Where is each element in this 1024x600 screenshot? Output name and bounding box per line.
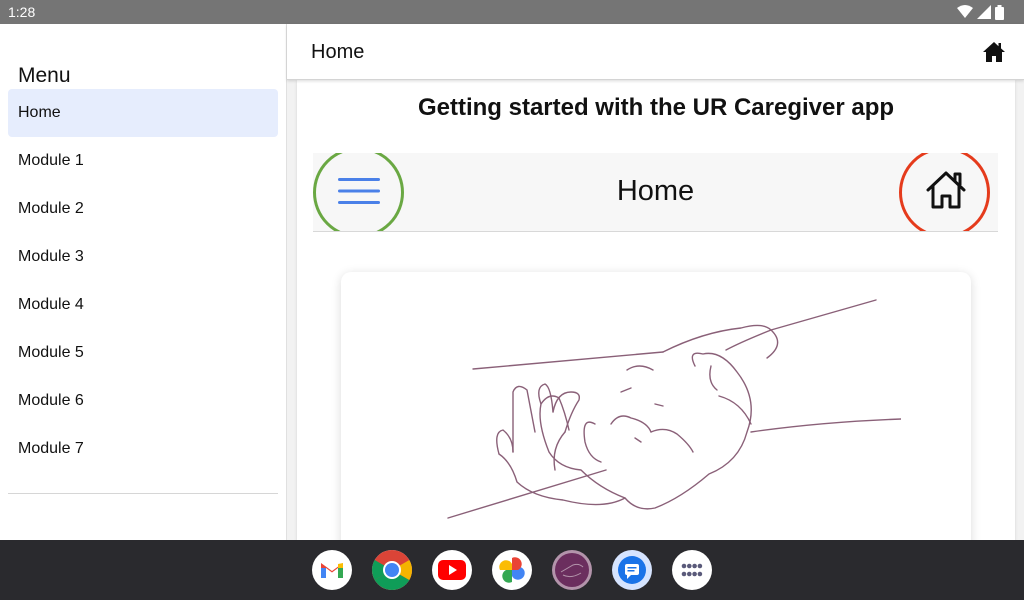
demo-toolbar-image: Home (313, 153, 998, 232)
handshake-illustration (447, 299, 901, 519)
chrome-icon[interactable] (372, 550, 412, 590)
home-highlight-circle (899, 153, 990, 231)
content-card: Getting started with the UR Caregiver ap… (297, 80, 1015, 540)
content-heading: Getting started with the UR Caregiver ap… (417, 94, 895, 121)
nav-item-module-7[interactable]: Module 7 (8, 425, 278, 473)
illustration-card (341, 272, 971, 540)
app-header: Home (287, 24, 1024, 80)
wifi-icon (957, 5, 973, 18)
signal-icon (977, 5, 991, 19)
photos-icon[interactable] (492, 550, 532, 590)
main-content: Getting started with the UR Caregiver ap… (287, 80, 1024, 540)
status-bar: 1:28 (0, 0, 1024, 24)
demo-toolbar-title: Home (616, 175, 695, 207)
nav-item-home[interactable]: Home (8, 89, 278, 137)
hamburger-menu-icon (338, 178, 380, 204)
youtube-icon[interactable] (432, 550, 472, 590)
nav-item-module-4[interactable]: Module 4 (8, 281, 278, 329)
nav-item-module-3[interactable]: Module 3 (8, 233, 278, 281)
home-outline-icon (926, 171, 966, 209)
drawer-divider (8, 493, 278, 494)
nav-item-module-5[interactable]: Module 5 (8, 329, 278, 377)
messages-icon[interactable] (612, 550, 652, 590)
nav-item-module-1[interactable]: Module 1 (8, 137, 278, 185)
caregiver-app-icon[interactable] (552, 550, 592, 590)
page-title: Home (311, 41, 365, 63)
home-icon[interactable] (982, 41, 1006, 63)
battery-icon (995, 4, 1004, 20)
nav-item-module-6[interactable]: Module 6 (8, 377, 278, 425)
status-time: 1:28 (8, 4, 36, 20)
drawer-title: Menu (18, 64, 71, 87)
navigation-drawer: Menu Home Module 1 Module 2 Module 3 Mod… (0, 24, 287, 540)
gmail-icon[interactable] (312, 550, 352, 590)
taskbar (0, 540, 1024, 600)
status-icons (957, 4, 1004, 20)
app-drawer-icon[interactable] (672, 550, 712, 590)
menu-highlight-circle (313, 153, 404, 231)
app-root: 1:28 Menu Home Module 1 Module 2 Module … (0, 0, 1024, 600)
nav-item-module-2[interactable]: Module 2 (8, 185, 278, 233)
